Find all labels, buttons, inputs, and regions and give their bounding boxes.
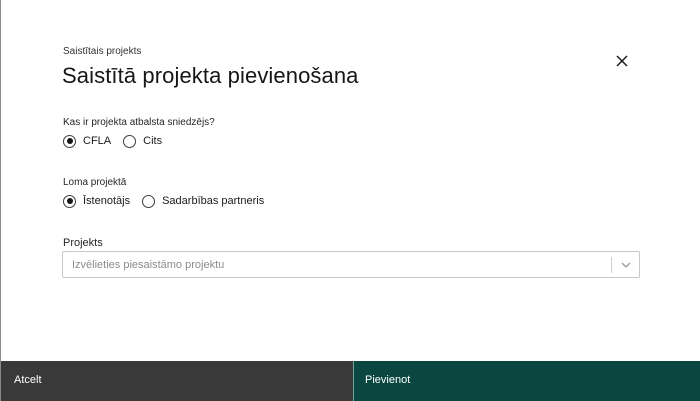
- radio-istenotajs[interactable]: Īstenotājs: [63, 194, 131, 208]
- chevron-down-icon[interactable]: [620, 259, 632, 271]
- close-icon[interactable]: [611, 50, 633, 72]
- project-select-placeholder: Izvēlieties piesaistāmo projektu: [72, 259, 225, 271]
- radio-sadarbibas-partneris-indicator[interactable]: [142, 194, 156, 208]
- radio-sadarbibas-partneris-label: Sadarbības partneris: [162, 195, 265, 207]
- radio-cits-label: Cits: [143, 135, 163, 147]
- support-provider-label: Kas ir projekta atbalsta sniedzējs?: [63, 117, 215, 128]
- radio-cfla[interactable]: CFLA: [63, 134, 112, 148]
- radio-istenotajs-label: Īstenotājs: [83, 195, 131, 207]
- radio-cfla-indicator[interactable]: [63, 134, 76, 148]
- project-label: Projekts: [63, 237, 103, 249]
- radio-cfla-label: CFLA: [83, 135, 112, 147]
- role-label: Loma projektā: [63, 177, 127, 188]
- radio-istenotajs-indicator[interactable]: [63, 194, 76, 208]
- dialog-eyebrow: Saistītais projekts: [63, 46, 142, 57]
- project-select[interactable]: Izvēlieties piesaistāmo projektu: [62, 251, 640, 278]
- select-divider: [611, 257, 612, 273]
- role-radio-group: Īstenotājs Sadarbības partneris: [63, 192, 276, 210]
- radio-sadarbibas-partneris[interactable]: Sadarbības partneris: [142, 194, 265, 208]
- modal-dialog: Saistītais projekts Saistītā projekta pi…: [0, 0, 700, 401]
- radio-cits-indicator[interactable]: [123, 134, 137, 148]
- dialog-title: Saistītā projekta pievienošana: [62, 63, 359, 88]
- add-button[interactable]: Pievienot: [353, 361, 700, 401]
- support-provider-radio-group: CFLA Cits: [63, 132, 174, 150]
- cancel-button[interactable]: Atcelt: [1, 361, 353, 401]
- radio-cits[interactable]: Cits: [123, 134, 163, 148]
- dialog-footer: Atcelt Pievienot: [1, 361, 700, 401]
